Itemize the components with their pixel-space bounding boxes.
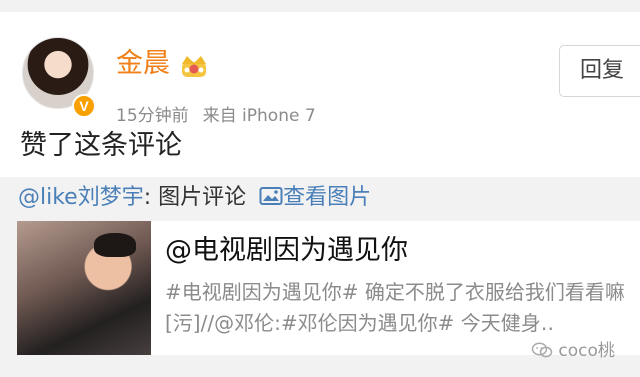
wechat-icon (531, 342, 553, 358)
image-icon (259, 187, 283, 205)
linked-content-card[interactable]: @电视剧因为遇见你 #电视剧因为遇见你# 确定不脱了衣服给我们看看嘛[污]//@… (17, 221, 640, 355)
reply-button[interactable]: 回复 (559, 45, 640, 97)
verified-badge: V (72, 94, 96, 118)
post-time: 15分钟前 (116, 106, 189, 126)
watermark-label: coco桃 (558, 341, 615, 361)
username[interactable]: 金晨 (116, 48, 170, 80)
referenced-comment-header: @like刘梦宇: 图片评论 查看图片 (18, 183, 371, 213)
post-meta: 15分钟前 来自 iPhone 7 (116, 101, 330, 126)
comment-type: : 图片评论 (143, 185, 247, 210)
view-image-link[interactable]: 查看图片 (283, 185, 371, 210)
watermark: coco桃 (531, 336, 615, 361)
crown-icon (182, 56, 206, 77)
post-source: 来自 iPhone 7 (202, 106, 316, 126)
weibo-comment-card: V 金晨 15分钟前 来自 iPhone 7 回复 赞了这条评论 (0, 12, 640, 177)
action-text: 赞了这条评论 (20, 130, 182, 161)
content-text: #电视剧因为遇见你# 确定不脱了衣服给我们看看嘛[污]//@邓伦:#邓伦因为遇见… (165, 280, 625, 335)
content-title[interactable]: @电视剧因为遇见你 (165, 233, 408, 269)
referenced-user-link[interactable]: @like刘梦宇 (18, 185, 144, 210)
thumbnail-hair (94, 233, 136, 257)
content-thumbnail[interactable] (17, 221, 151, 355)
